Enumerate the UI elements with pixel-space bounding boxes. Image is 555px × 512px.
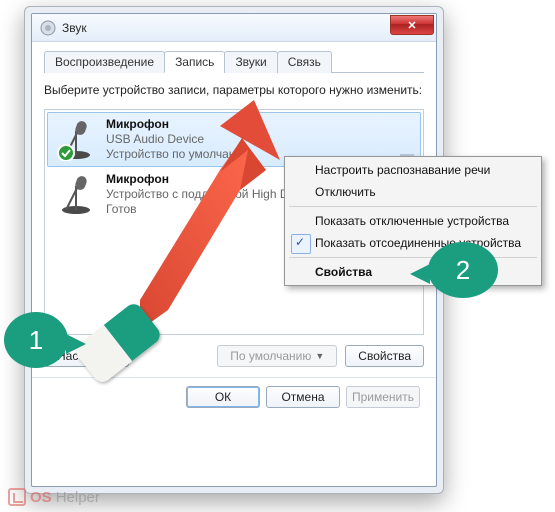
tab-recording[interactable]: Запись	[164, 51, 225, 73]
close-icon: ✕	[407, 19, 416, 32]
bubble-label: 1	[29, 325, 43, 356]
tab-label: Воспроизведение	[55, 55, 154, 69]
menu-item-disable[interactable]: Отключить	[287, 181, 539, 203]
menu-item-show-disabled[interactable]: Показать отключенные устройства	[287, 210, 539, 232]
menu-label: Отключить	[315, 185, 376, 199]
menu-label: Настроить распознавание речи	[315, 163, 490, 177]
instruction-text: Выберите устройство записи, параметры ко…	[44, 83, 424, 99]
menu-label: Свойства	[315, 265, 372, 279]
button-label: Отмена	[281, 390, 324, 404]
watermark-text-1: OS	[30, 489, 52, 506]
menu-separator	[289, 257, 537, 258]
chevron-down-icon: ▼	[315, 351, 324, 361]
watermark-icon	[8, 488, 26, 506]
bubble-label: 2	[456, 255, 470, 286]
button-label: ОК	[215, 390, 231, 404]
tabstrip: Воспроизведение Запись Звуки Связь	[44, 50, 424, 73]
watermark: OSHelper	[8, 488, 100, 506]
mic-icon	[54, 117, 98, 161]
ok-button[interactable]: ОК	[186, 386, 260, 408]
tab-playback[interactable]: Воспроизведение	[44, 51, 165, 73]
button-label: Применить	[352, 390, 414, 404]
tab-label: Запись	[175, 55, 214, 69]
set-default-dropdown[interactable]: По умолчанию ▼	[217, 345, 337, 367]
window-title: Звук	[62, 21, 87, 35]
menu-item-configure-speech[interactable]: Настроить распознавание речи	[287, 159, 539, 181]
properties-button[interactable]: Свойства	[345, 345, 424, 367]
button-label: Свойства	[358, 349, 411, 363]
device-text: Микрофон USB Audio Device Устройство по …	[106, 117, 392, 162]
titlebar[interactable]: Звук ✕	[32, 14, 436, 42]
annotation-bubble-2: 2	[428, 242, 498, 298]
tab-communications[interactable]: Связь	[277, 51, 332, 73]
tab-sounds[interactable]: Звуки	[224, 51, 277, 73]
menu-separator	[289, 206, 537, 207]
annotation-bubble-1: 1	[4, 312, 68, 368]
menu-label: Показать отключенные устройства	[315, 214, 509, 228]
speaker-icon	[40, 20, 56, 36]
menu-label: Показать отсоединенные устройства	[315, 236, 521, 250]
cancel-button[interactable]: Отмена	[266, 386, 340, 408]
apply-button[interactable]: Применить	[346, 386, 420, 408]
green-check-icon	[58, 145, 74, 161]
tab-label: Звуки	[235, 55, 266, 69]
tab-label: Связь	[288, 55, 321, 69]
grip-icon	[400, 117, 414, 162]
mic-icon	[54, 172, 98, 216]
device-driver: USB Audio Device	[106, 132, 392, 147]
watermark-text-2: Helper	[56, 489, 100, 506]
menu-item-show-disconnected[interactable]: Показать отсоединенные устройства	[287, 232, 539, 254]
close-button[interactable]: ✕	[390, 15, 434, 35]
device-name: Микрофон	[106, 117, 392, 132]
button-label: По умолчанию	[230, 349, 311, 363]
